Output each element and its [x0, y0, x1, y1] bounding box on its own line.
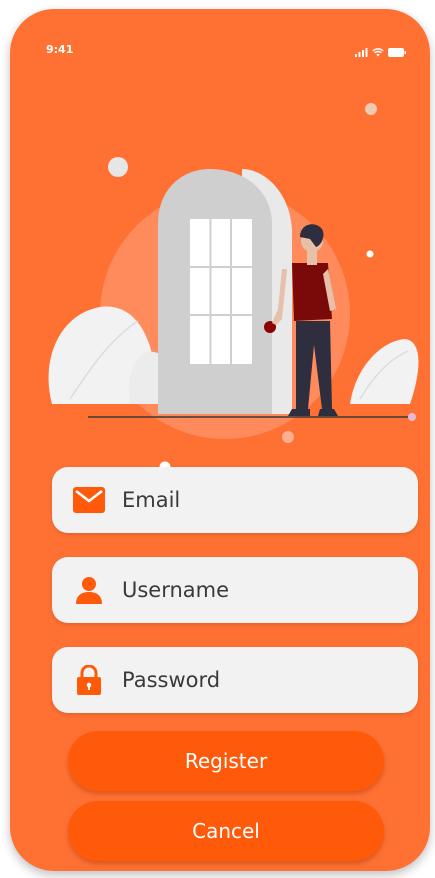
person-opening-door-illustration — [10, 69, 430, 489]
signal-bars-icon — [355, 44, 368, 62]
cancel-button[interactable]: Cancel — [68, 801, 384, 861]
battery-icon — [388, 44, 406, 62]
email-input[interactable] — [122, 488, 392, 512]
register-button[interactable]: Register — [68, 731, 384, 791]
wifi-icon — [372, 44, 384, 62]
status-bar: 9:41 — [10, 9, 430, 69]
username-input[interactable] — [122, 578, 392, 602]
phone-screen: 9:41 Email Username Register Cancel — [10, 9, 430, 871]
password-field[interactable] — [52, 647, 418, 713]
user-icon — [72, 573, 106, 607]
username-field[interactable] — [52, 557, 418, 623]
password-input[interactable] — [122, 668, 392, 692]
status-time: 9:41 — [46, 43, 74, 56]
mail-icon — [72, 483, 106, 517]
email-field[interactable] — [52, 467, 418, 533]
status-icons — [355, 44, 406, 62]
lock-icon — [72, 663, 106, 697]
